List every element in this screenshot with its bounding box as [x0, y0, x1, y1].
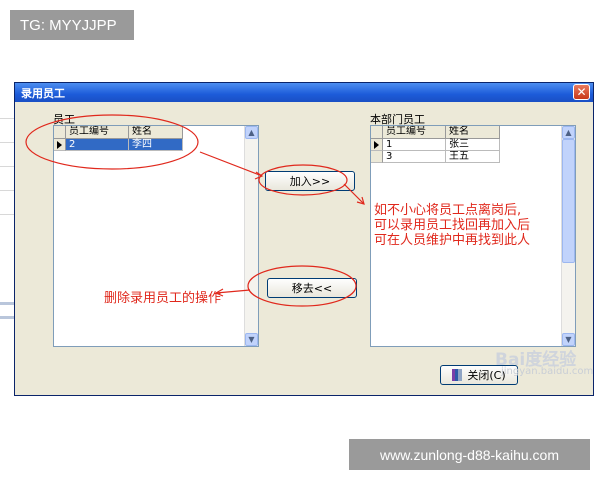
column-header-employee-id[interactable]: 员工编号: [383, 126, 446, 139]
department-scrollbar[interactable]: ▲ ▼: [561, 126, 575, 346]
background-line: [0, 214, 14, 215]
annotation-line-2: 可以录用员工找回再加入后: [374, 218, 531, 233]
row-selector: [371, 151, 383, 163]
background-line: [0, 190, 14, 191]
employees-grid-header: 员工编号 姓名: [54, 126, 183, 139]
background-line: [0, 142, 14, 143]
background-line: [0, 316, 14, 319]
close-window-button[interactable]: ✕: [573, 84, 590, 100]
background-line: [0, 118, 14, 119]
background-line: [0, 166, 14, 167]
header-corner: [371, 126, 383, 139]
column-header-employee-id[interactable]: 员工编号: [66, 126, 129, 139]
cell-name: 李四: [129, 139, 183, 151]
row-selector: [54, 139, 66, 151]
cell-name: 张三: [446, 139, 500, 151]
annotation-remove-hint: 删除录用员工的操作: [104, 291, 222, 306]
department-grid-header: 员工编号 姓名: [371, 126, 500, 139]
scroll-down-arrow-icon[interactable]: ▼: [245, 333, 258, 346]
scroll-thumb[interactable]: [562, 139, 575, 263]
dialog-title: 录用员工: [21, 86, 65, 100]
close-icon: ✕: [576, 85, 587, 99]
scroll-up-arrow-icon[interactable]: ▲: [245, 126, 258, 139]
column-header-name[interactable]: 姓名: [446, 126, 500, 139]
employees-grid[interactable]: 员工编号 姓名 2 李四 ▲ ▼: [53, 125, 259, 347]
url-watermark-label: www.zunlong-d88-kaihu.com: [349, 439, 590, 470]
dialog-title-bar: 录用员工 ✕: [15, 83, 593, 102]
scroll-up-arrow-icon[interactable]: ▲: [562, 126, 575, 139]
add-button[interactable]: 加入>>: [265, 171, 355, 191]
row-selector: [371, 139, 383, 151]
row-pointer-icon: [374, 141, 379, 149]
cell-employee-id: 2: [66, 139, 129, 151]
cell-name: 王五: [446, 151, 500, 163]
baidu-watermark-url: jingyan.baidu.com: [501, 366, 594, 377]
background-line: [0, 302, 14, 305]
tg-tag-label: TG: MYYJJPP: [10, 10, 134, 40]
annotation-line-3: 可在人员维护中再找到此人: [374, 233, 531, 248]
table-row[interactable]: 2 李四: [54, 139, 183, 151]
employees-scrollbar[interactable]: ▲ ▼: [244, 126, 258, 346]
remove-button[interactable]: 移去<<: [267, 278, 357, 298]
table-row[interactable]: 3 王五: [371, 151, 500, 163]
annotation-line-1: 如不小心将员工点离岗后,: [374, 203, 522, 218]
cell-employee-id: 1: [383, 139, 446, 151]
header-corner: [54, 126, 66, 139]
column-header-name[interactable]: 姓名: [129, 126, 183, 139]
exit-door-icon: [452, 369, 463, 381]
table-row[interactable]: 1 张三: [371, 139, 500, 151]
cell-employee-id: 3: [383, 151, 446, 163]
row-pointer-icon: [57, 141, 62, 149]
